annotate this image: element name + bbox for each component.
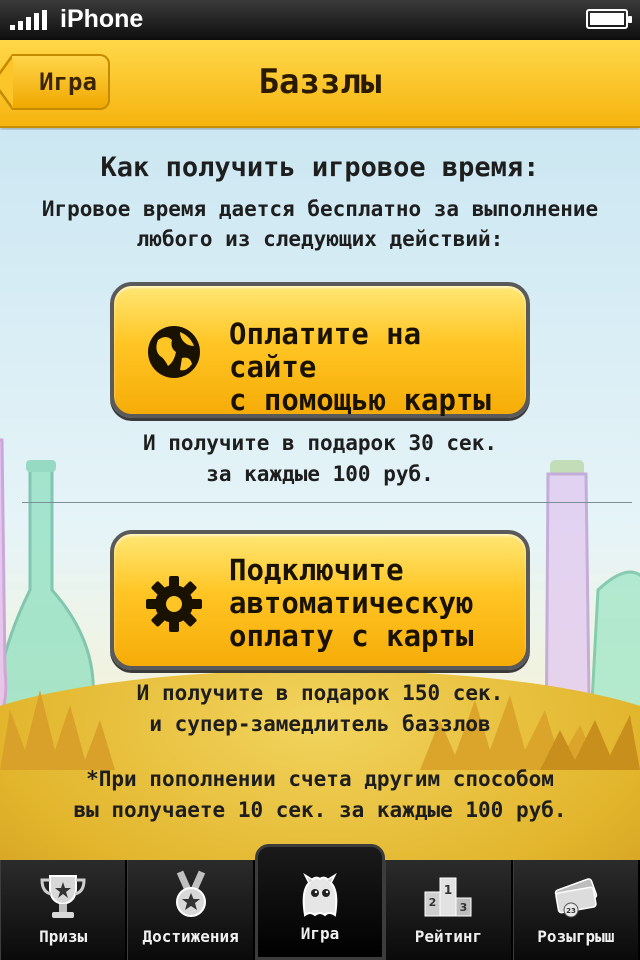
svg-text:1: 1 [444,883,452,897]
svg-text:23: 23 [566,907,576,915]
tab-bar: Призы Достижения Игра 1 2 3 Рейтинг 23 Р… [0,844,640,960]
tickets-icon: 23 [554,878,598,918]
podium-icon: 1 2 3 [424,877,472,917]
button-label-line: оплату с карты [229,619,474,653]
battery-icon [586,9,632,29]
note-line: И получите в подарок 150 сек. [136,681,504,705]
back-button-label: Игра [39,68,97,96]
pay-online-label: Оплатите на сайте с помощью карты [229,318,516,417]
buzzle-mascot-icon [302,872,338,917]
carrier-name: iPhone [60,5,144,33]
auto-payment-button[interactable]: Подключите автоматическую оплату с карты [110,530,530,670]
pay-online-bonus-note: И получите в подарок 30 сек. за каждые 1… [40,428,600,490]
trophy-icon [40,875,86,918]
button-label-line: с помощью карты [229,383,491,417]
footnote-line: вы получаете 10 сек. за каждые 100 руб. [73,798,567,822]
tab-rating[interactable]: 1 2 3 Рейтинг [385,860,513,960]
footnote: *При пополнении счета другим способом вы… [40,764,600,826]
status-bar: iPhone [0,0,640,40]
medal-icon [175,870,206,917]
tab-achievements[interactable]: Достижения [127,860,255,960]
svg-text:3: 3 [460,901,468,914]
signal-strength-icon [10,10,50,30]
intro-line: Игровое время дается бесплатно за выполн… [41,197,599,221]
navigation-bar: Игра Баззлы [0,40,640,128]
tab-lottery[interactable]: 23 Розыгрыш [512,860,640,960]
button-label-line: Подключите [229,553,404,587]
section-heading: Как получить игровое время: [100,152,540,183]
tab-label: Призы [39,927,88,946]
note-line: И получите в подарок 30 сек. [142,431,497,455]
tab-prizes[interactable]: Призы [0,860,128,960]
tab-label: Достижения [142,927,239,946]
tab-label: Игра [300,924,340,943]
gear-icon [146,576,202,632]
svg-text:2: 2 [429,896,437,909]
button-label-line: автоматическую [229,586,474,620]
note-line: за каждые 100 руб. [206,462,434,486]
main-content: Как получить игровое время: Игровое врем… [0,130,640,860]
intro-text: Игровое время дается бесплатно за выполн… [40,194,600,254]
auto-payment-bonus-note: И получите в подарок 150 сек. и супер-за… [40,678,600,740]
auto-payment-label: Подключите автоматическую оплату с карты [229,554,516,653]
footnote-line: *При пополнении счета другим способом [86,767,554,791]
divider [22,502,632,503]
note-line: и супер-замедлитель баззлов [149,712,491,736]
globe-icon [148,326,200,378]
tab-label: Розыгрыш [537,927,615,946]
tab-label: Рейтинг [414,927,483,946]
tab-game[interactable]: Игра [254,844,386,960]
pay-online-button[interactable]: Оплатите на сайте с помощью карты [110,282,530,418]
button-label-line: Оплатите на сайте [229,317,422,384]
intro-line: любого из следующих действий: [136,227,504,251]
